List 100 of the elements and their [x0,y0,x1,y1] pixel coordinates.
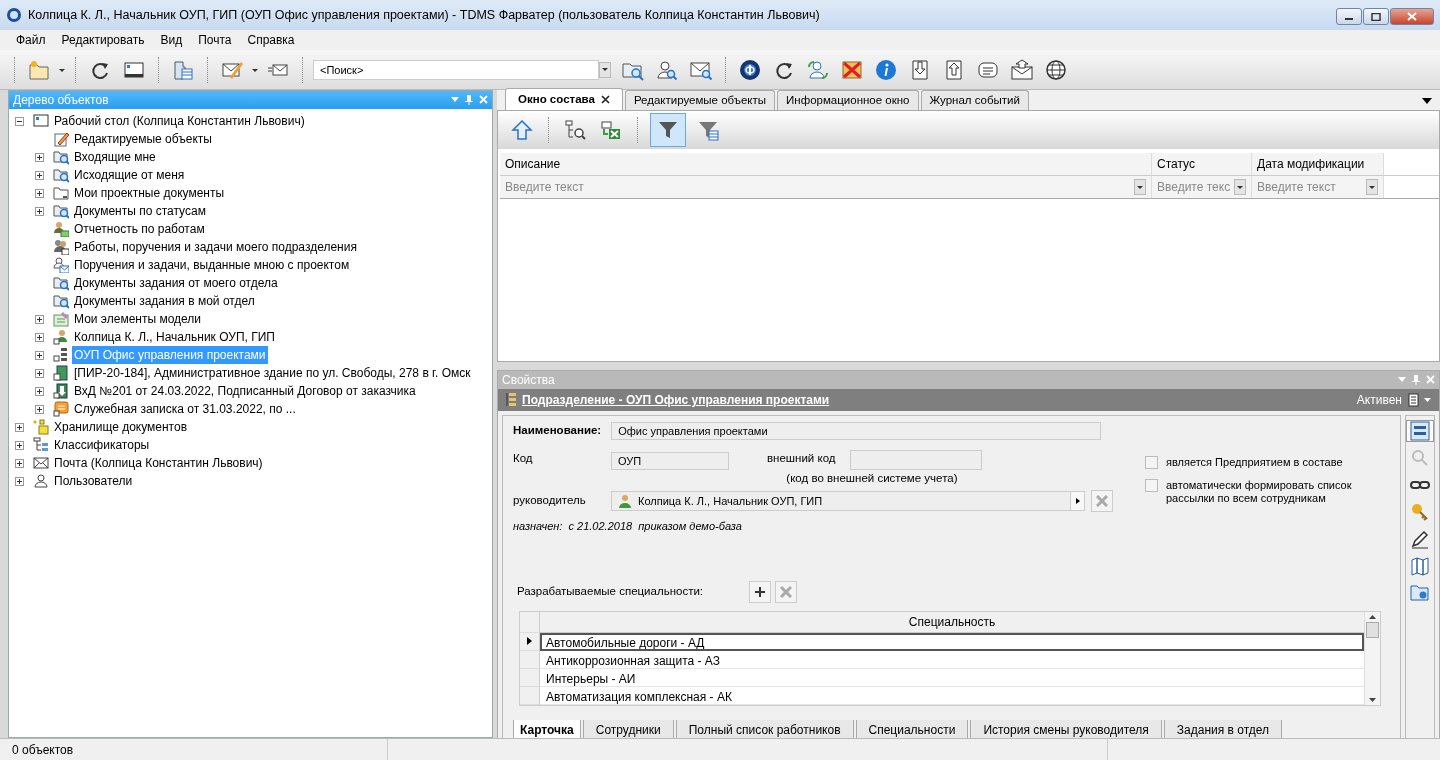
plus-icon[interactable] [754,585,766,598]
menu-item[interactable]: Справка [239,31,303,49]
tree-item[interactable]: Служебная записка от 31.03.2022, по ... [72,400,298,418]
collapse-icon[interactable] [15,116,24,126]
excel-export-icon[interactable] [600,119,622,141]
users-sync-icon[interactable] [807,58,829,81]
text-field[interactable]: ОУП [611,452,729,470]
menu-item[interactable]: Редактировать [53,31,153,49]
user-search-icon[interactable] [656,58,678,81]
tree-item[interactable]: Входящие мне [72,148,158,166]
tree-item[interactable]: Хранилище документов [52,418,190,436]
checkbox[interactable] [1145,479,1158,493]
filter-icon[interactable] [657,119,679,141]
tab[interactable]: Окно состава [505,87,623,110]
tree-item[interactable]: Документы задания от моего отдела [72,274,280,292]
dropdown-icon[interactable] [1137,185,1143,189]
tab[interactable]: История смены руководителя [970,719,1162,741]
tree-item[interactable]: Мои элементы модели [72,310,204,328]
tree-search-icon[interactable] [564,119,586,141]
table-row[interactable]: Автоматизация комплексная - АК [540,686,1364,705]
text-field[interactable] [849,450,982,470]
column-header[interactable]: Описание [500,153,1152,175]
table-row[interactable]: Антикоррозионная защита - АЗ [540,650,1364,669]
tree-item[interactable]: Колпица К. Л., Начальник ОУП, ГИП [72,328,277,346]
cross-icon[interactable] [841,58,863,81]
expand-icon[interactable] [15,458,24,468]
download-icon[interactable] [909,58,931,81]
caret-icon[interactable] [252,68,258,72]
tab[interactable]: Информационное окно [777,89,919,110]
logo-icon[interactable] [739,58,761,81]
mail-upload-icon[interactable] [1011,58,1033,81]
tab[interactable]: Карточка [513,719,581,741]
tree-item[interactable]: Классификаторы [52,436,152,454]
column-header[interactable]: Дата модификации [1252,153,1384,175]
expand-icon[interactable] [15,440,24,450]
document-icon[interactable] [1408,393,1420,407]
upload-icon[interactable] [943,58,965,81]
menu-item[interactable]: Файл [8,31,54,49]
key-icon[interactable] [1410,502,1430,522]
tree-item[interactable]: Документы по статусам [72,202,208,220]
tree-item[interactable]: Редактируемые объекты [72,130,214,148]
tree-item[interactable]: Отчетность по работам [72,220,207,238]
card-icon[interactable] [1410,421,1430,441]
dropdown-icon[interactable] [602,68,608,71]
tab[interactable]: Журнал событий [920,89,1029,110]
tab[interactable]: Специальности [855,719,969,741]
close-icon[interactable] [600,94,610,104]
tree-item[interactable]: Мои проектные документы [72,184,227,202]
table-row[interactable]: Автомобильные дороги - АД [540,632,1364,651]
tab[interactable]: Редактируемые объекты [624,89,776,110]
maximize-button[interactable] [1363,8,1389,25]
tree-item[interactable]: Поручения и задачи, выданные мною с проектом [72,256,352,274]
expand-icon[interactable] [35,350,44,360]
tree-item[interactable]: Работы, поручения и задачи моего подразделения [72,238,359,256]
expand-icon[interactable] [35,332,44,342]
expand-icon[interactable] [35,170,44,180]
globe-icon[interactable] [1045,58,1067,81]
search-field[interactable]: <Поиск> [313,59,599,80]
tab[interactable]: Полный список работников [675,719,854,741]
checkbox[interactable] [1145,456,1158,469]
dropdown-icon[interactable] [1369,185,1375,189]
expand-icon[interactable] [35,314,44,324]
text-field[interactable]: Офис управления проектами [611,422,1102,440]
menu-item[interactable]: Почта [190,31,240,49]
expand-icon[interactable] [35,404,44,414]
table-row[interactable]: Интерьеры - АИ [540,668,1364,687]
tab[interactable]: Задания в отдел [1163,719,1283,741]
minimize-button[interactable] [1336,8,1362,25]
expand-icon[interactable] [15,422,24,432]
caret-icon[interactable] [59,68,65,72]
pencil-icon[interactable] [1410,529,1430,549]
maximize-icon[interactable] [1371,12,1381,21]
dropdown-icon[interactable] [1422,97,1432,104]
column-header[interactable]: Статус [1152,153,1252,175]
up-arrow-icon[interactable] [511,119,533,141]
expand-icon[interactable] [35,386,44,396]
folder-settings-icon[interactable] [1410,583,1430,603]
header-link[interactable]: Подразделение - ОУП Офис управления проектами [522,391,830,409]
expand-icon[interactable] [35,152,44,162]
expand-icon[interactable] [35,368,44,378]
expand-icon[interactable] [15,476,24,486]
expand-icon[interactable] [35,206,44,216]
pin-icon[interactable] [465,95,473,105]
dropdown-icon[interactable] [1237,185,1243,189]
book-icon[interactable] [1410,556,1430,576]
scroll-down-icon[interactable] [1369,697,1376,702]
filter-table-icon[interactable] [697,119,719,141]
puzzle-table-icon[interactable] [172,58,194,81]
scrollbar[interactable] [1364,611,1380,705]
tab[interactable]: Сотрудники [582,719,674,741]
scroll-up-icon[interactable] [1369,614,1376,619]
tree-item[interactable]: Рабочий стол (Колпица Константин Львович) [52,112,307,130]
menu-item[interactable]: Вид [152,31,191,49]
expand-icon[interactable] [35,188,44,198]
lookup-field[interactable]: Колпица К. Л., Начальник ОУП, ГИП [611,491,1085,511]
scroll-thumb[interactable] [1366,621,1379,638]
column-header[interactable]: Специальность [540,611,1364,633]
tree-item[interactable]: Пользователи [52,472,135,490]
tree-item[interactable]: [ПИР-20-184], Административное здание по ул. Свободы, 278 в г. Омск [72,364,473,382]
tree-item[interactable]: Документы задания в мой отдел [72,292,257,310]
